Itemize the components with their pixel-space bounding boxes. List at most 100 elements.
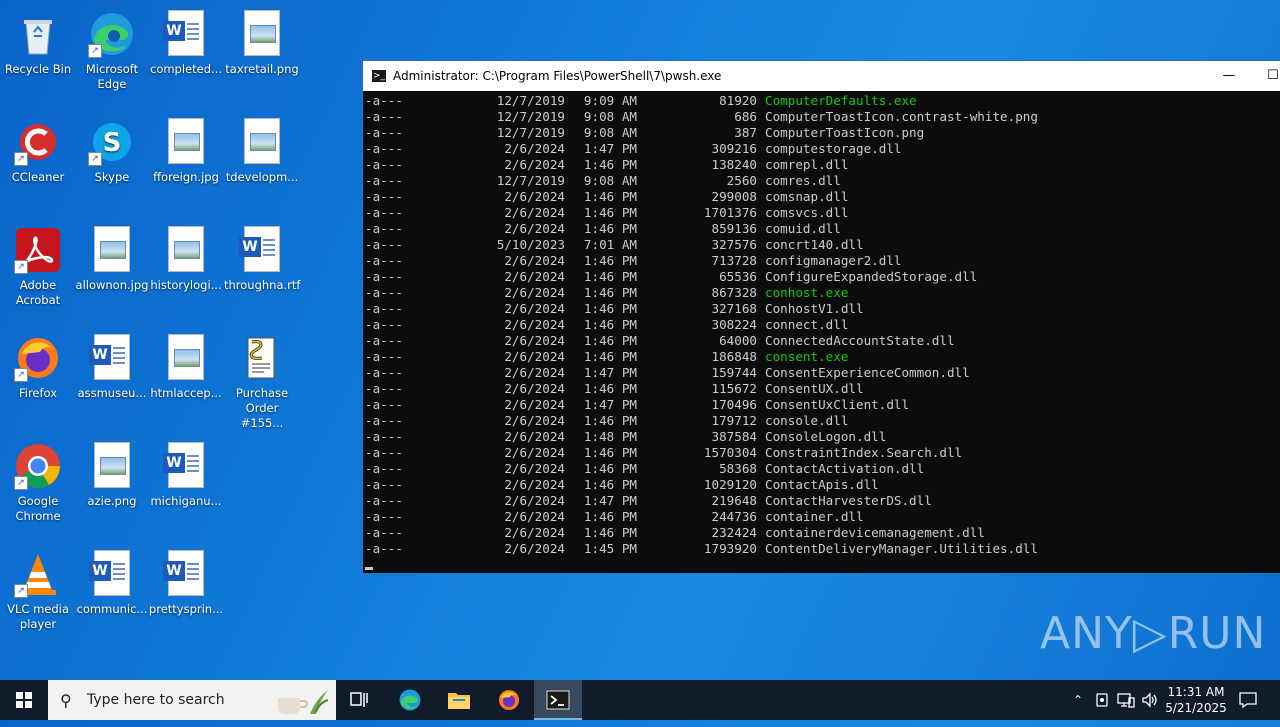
task-view-button[interactable] (336, 680, 384, 720)
maximize-button[interactable]: ☐ (1251, 61, 1280, 91)
file-date: 12/7/2019 (496, 173, 565, 188)
taskbar-file-explorer[interactable] (435, 680, 483, 720)
file-historylogi[interactable]: historylogi... (148, 220, 224, 293)
file-listing-row: -a--- 2/6/2024 1:47 PM 309216 computestorage… (363, 141, 1280, 157)
file-mode: -a--- (365, 269, 403, 284)
file-listing-row: -a--- 2/6/2024 1:46 PM 138240 comrepl.dll (363, 157, 1280, 173)
taskbar-clock[interactable]: 11:31 AM 5/21/2025 (1164, 680, 1228, 724)
icon-label: azie.png (87, 494, 137, 508)
file-taxretail[interactable]: taxretail.png (224, 4, 300, 77)
file-mode: -a--- (365, 525, 403, 540)
shortcut-arrow-icon: ↗ (14, 476, 28, 490)
recycle-bin-shortcut[interactable]: Recycle Bin (0, 4, 76, 77)
taskbar-edge[interactable] (386, 680, 434, 720)
file-tdevelopm[interactable]: tdevelopm... (224, 112, 300, 185)
file-mode: -a--- (365, 429, 403, 444)
file-listing-row: -a--- 2/6/2024 1:46 PM 64000 ConnectedAccoun… (363, 333, 1280, 349)
tray-device-icon[interactable] (1094, 680, 1112, 720)
file-time: 1:46 PM (583, 269, 637, 284)
powershell-window[interactable]: >_ Administrator: C:\Program Files\Power… (362, 60, 1280, 574)
file-prettysprin[interactable]: W prettysprin... (148, 544, 224, 617)
file-time: 1:46 PM (583, 205, 637, 220)
file-listing-row: -a--- 12/7/2019 9:08 AM 387 ComputerToastIco… (363, 125, 1280, 141)
icon-label: Microsoft Edge (85, 62, 139, 91)
file-azie[interactable]: azie.png (74, 436, 150, 509)
file-michiganu[interactable]: W michiganu... (148, 436, 224, 509)
svg-text:S: S (103, 128, 122, 158)
file-name: container.dll (765, 509, 864, 524)
file-date: 2/6/2024 (504, 269, 565, 284)
minimize-button[interactable]: — (1207, 61, 1251, 91)
file-mode: -a--- (365, 157, 403, 172)
icon-label: CCleaner (11, 170, 65, 184)
tray-network-icon[interactable] (1117, 680, 1137, 720)
file-listing-row: -a--- 2/6/2024 1:46 PM 327168 ConhostV1.dll (363, 301, 1280, 317)
file-date: 2/6/2024 (504, 301, 565, 316)
console-output[interactable]: -a--- 12/7/2019 9:09 AM 81920 ComputerDefaul… (363, 91, 1280, 557)
file-date: 2/6/2024 (504, 509, 565, 524)
recycle-bin-icon (14, 10, 62, 58)
file-time: 1:47 PM (583, 397, 637, 412)
file-completed[interactable]: W completed... (148, 4, 224, 77)
file-name: comres.dll (765, 173, 841, 188)
file-listing-row: -a--- 12/7/2019 9:08 AM 2560 comres.dll (363, 173, 1280, 189)
word-doc-icon: W (162, 10, 210, 58)
file-time: 1:46 PM (583, 413, 637, 428)
file-mode: -a--- (365, 93, 403, 108)
vlc-cone-icon: ↗ (14, 550, 62, 598)
icon-label: tdevelopm... (225, 170, 299, 184)
file-name: ConsentUX.dll (765, 381, 864, 396)
start-button[interactable] (0, 680, 48, 720)
file-time: 1:46 PM (583, 301, 637, 316)
file-listing-row: -a--- 2/6/2024 1:46 PM 58368 ContactActivati… (363, 461, 1280, 477)
file-date: 2/6/2024 (504, 285, 565, 300)
taskbar-search-box[interactable]: ⚲ Type here to search (48, 680, 336, 720)
file-name: ConsoleLogon.dll (765, 429, 887, 444)
shortcut-arrow-icon: ↗ (14, 152, 28, 166)
skype-shortcut[interactable]: S ↗ Skype (74, 112, 150, 185)
window-titlebar[interactable]: >_ Administrator: C:\Program Files\Power… (363, 61, 1280, 91)
file-name: ConsentExperienceCommon.dll (765, 365, 970, 380)
image-file-icon (162, 334, 210, 382)
image-file-icon (238, 10, 286, 58)
tray-volume-icon[interactable] (1141, 680, 1161, 720)
edge-shortcut[interactable]: ↗ Microsoft Edge (74, 4, 150, 92)
adobe-acrobat-shortcut[interactable]: ↗ Adobe Acrobat (0, 220, 76, 308)
word-doc-icon: W (162, 442, 210, 490)
file-throughna[interactable]: W throughna.rtf (224, 220, 300, 293)
file-time: 9:08 AM (583, 109, 637, 124)
file-listing-row: -a--- 2/6/2024 1:46 PM 1701376 comsvcs.dll (363, 205, 1280, 221)
file-listing-row: -a--- 2/6/2024 1:46 PM 232424 containerdevic… (363, 525, 1280, 541)
icon-label: Firefox (18, 386, 58, 400)
ccleaner-shortcut[interactable]: ↗ CCleaner (0, 112, 76, 185)
chrome-icon: ↗ (14, 442, 62, 490)
icon-label: fforeign.jpg (153, 170, 219, 184)
file-mode: -a--- (365, 333, 403, 348)
file-listing-row: -a--- 2/6/2024 1:46 PM 65536 ConfigureExpand… (363, 269, 1280, 285)
file-length: 115672 (711, 381, 758, 396)
taskbar-firefox[interactable] (485, 680, 533, 720)
file-name: ConstraintIndex.Search.dll (765, 445, 963, 460)
taskbar-powershell[interactable] (534, 680, 582, 720)
icon-label: allownon.jpg (75, 278, 149, 292)
google-chrome-shortcut[interactable]: ↗ Google Chrome (0, 436, 76, 524)
file-date: 12/7/2019 (496, 109, 565, 124)
firefox-shortcut[interactable]: ↗ Firefox (0, 328, 76, 401)
file-assmuseu[interactable]: W assmuseu... (74, 328, 150, 401)
icon-label: throughna.rtf (224, 278, 301, 292)
file-communic[interactable]: W communic... (74, 544, 150, 617)
file-name: comuid.dll (765, 221, 841, 236)
file-fforeign[interactable]: fforeign.jpg (148, 112, 224, 185)
file-htmlaccep[interactable]: htmlaccep... (148, 328, 224, 401)
action-center-button[interactable] (1228, 680, 1268, 720)
text-cursor (365, 567, 373, 570)
icon-label: Skype (94, 170, 130, 184)
show-hidden-icons-button[interactable]: ⌃ (1068, 680, 1088, 720)
vlc-shortcut[interactable]: ↗ VLC media player (0, 544, 76, 632)
icon-label: michiganu... (150, 494, 222, 508)
file-listing-row: -a--- 2/6/2024 1:46 PM 186848 consent.exe (363, 349, 1280, 365)
file-date: 2/6/2024 (504, 477, 565, 492)
file-allownon[interactable]: allownon.jpg (74, 220, 150, 293)
file-purchase-order[interactable]: Purchase Order #155... (224, 328, 300, 431)
file-name: ConhostV1.dll (765, 301, 864, 316)
